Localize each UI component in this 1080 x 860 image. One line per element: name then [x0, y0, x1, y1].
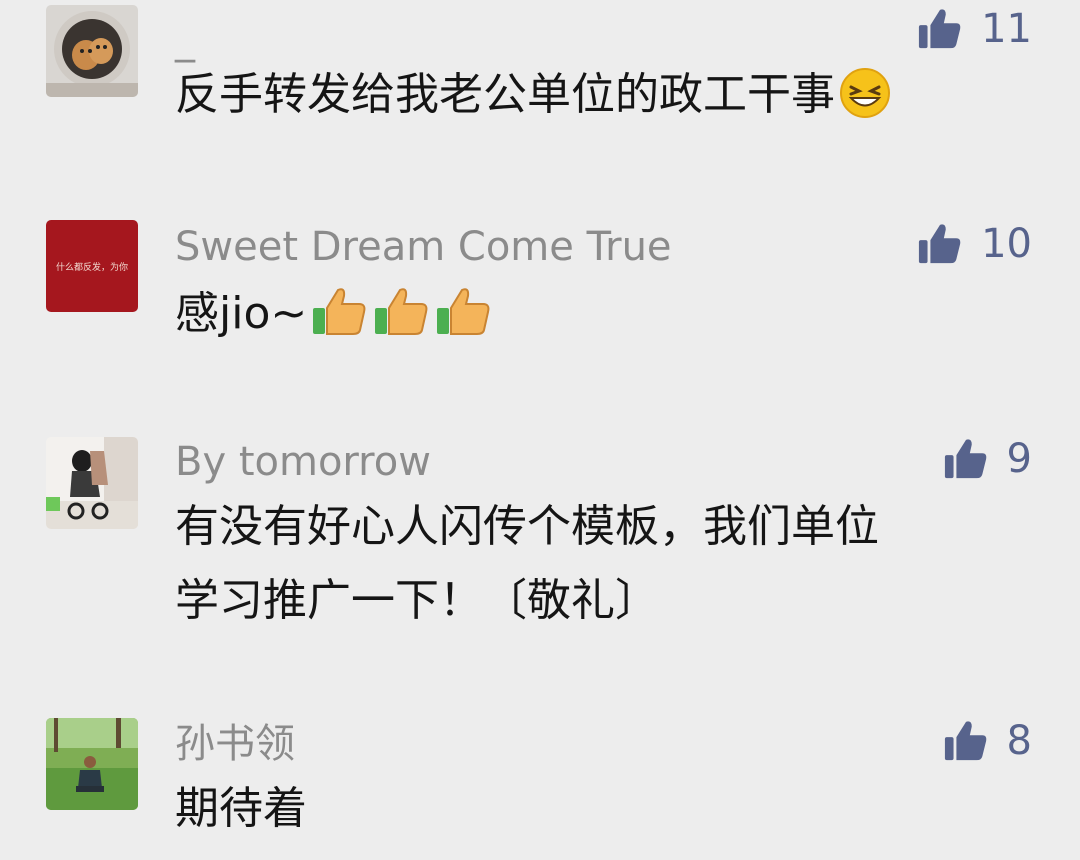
like-count: 8 [1006, 718, 1032, 764]
comment-text-line: 学习推广一下！〔敬礼〕 [175, 575, 659, 626]
thumbs-up-emoji-icon [373, 284, 431, 361]
thumbs-up-icon [919, 9, 961, 49]
comment-author[interactable]: Sweet Dream Come True [175, 227, 672, 267]
like-button[interactable]: 9 [943, 436, 1032, 482]
comment-author[interactable]: 孙书领 [175, 724, 295, 764]
comment-item: 孙书领 8 期待着 [0, 712, 1080, 860]
person-on-grass-photo-icon [46, 718, 138, 810]
like-count: 11 [981, 6, 1032, 52]
comment-text: 感jio~ [175, 277, 1015, 361]
stroller-photo-icon [46, 437, 138, 529]
comment-item: By tomorrow 9 有没有好心人闪传个模板，我们单位 学习推广一下！〔敬… [0, 430, 1080, 660]
cat-in-washing-machine-icon [46, 5, 138, 97]
comment-text: 反手转发给我老公单位的政工干事 [175, 58, 1015, 142]
comment-text: 期待着 [175, 783, 307, 834]
thumbs-up-icon [944, 439, 986, 479]
avatar[interactable]: 什么都反发，为你 [46, 220, 138, 312]
comment-text: 有没有好心人闪传个模板，我们单位 学习推广一下！〔敬礼〕 [175, 490, 1015, 638]
like-button[interactable]: 8 [943, 718, 1032, 764]
red-calligraphy-avatar-icon: 什么都反发，为你 [46, 220, 138, 312]
avatar[interactable] [46, 437, 138, 529]
comment-text-line: 有没有好心人闪传个模板，我们单位 [175, 501, 879, 552]
thumbs-up-emoji-icon [435, 284, 493, 361]
thumbs-up-icon [919, 224, 961, 264]
like-button[interactable]: 10 [917, 221, 1032, 267]
like-count: 10 [981, 221, 1032, 267]
avatar-calligraphy: 什么都反发，为你 [56, 261, 128, 273]
avatar[interactable] [46, 5, 138, 97]
avatar[interactable] [46, 718, 138, 810]
thumbs-up-icon [944, 721, 986, 761]
like-button[interactable]: 11 [917, 6, 1032, 52]
comment-author[interactable]: By tomorrow [175, 442, 431, 482]
comment-item: _ 11 反手转发给我老公单位的政工干事 [0, 0, 1080, 190]
grinning-squint-emoji-icon [839, 67, 891, 142]
comment-author[interactable]: _ [175, 20, 195, 60]
comment-item: 什么都反发，为你 Sweet Dream Come True 10 感jio~ [0, 215, 1080, 395]
like-count: 9 [1006, 436, 1032, 482]
thumbs-up-emoji-icon [311, 284, 369, 361]
